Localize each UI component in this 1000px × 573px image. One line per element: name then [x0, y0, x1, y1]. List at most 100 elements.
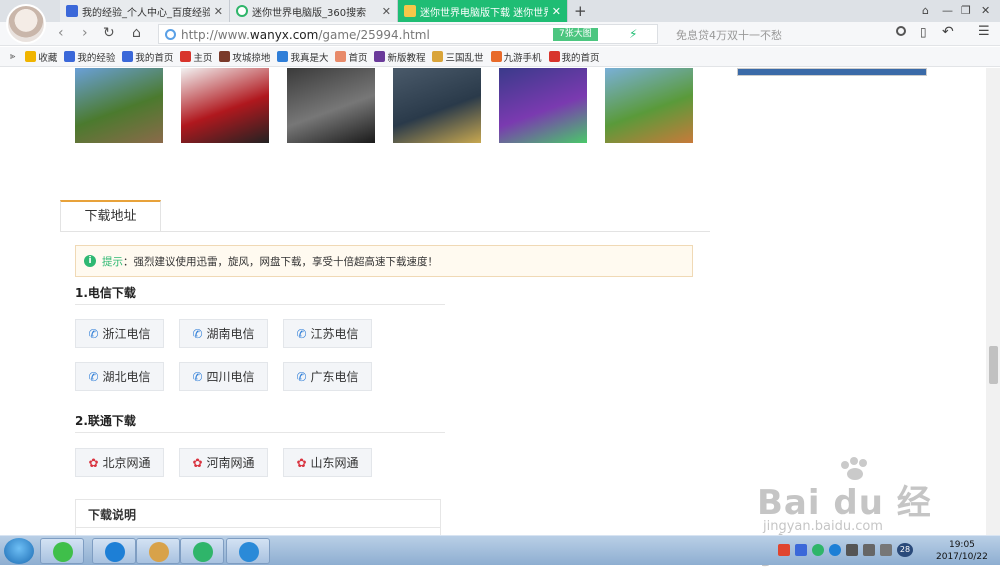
download-button[interactable]: ✆ 四川电信 [179, 362, 268, 391]
home-button[interactable]: ⌂ [132, 25, 141, 41]
close-window-button[interactable]: ✕ [981, 4, 990, 17]
taskbar-app[interactable] [226, 538, 270, 564]
close-icon[interactable]: ✕ [552, 5, 561, 18]
bookmark-item[interactable]: 我的首页 [122, 50, 173, 64]
search-input[interactable]: 免息贷4万双十一不愁 [676, 27, 782, 43]
user-avatar[interactable] [6, 4, 46, 44]
bookmark-item[interactable]: 三国乱世 [432, 50, 484, 64]
game-icon [432, 51, 444, 62]
refresh-button[interactable]: ↻ [103, 25, 115, 41]
taskbar-app[interactable] [92, 538, 136, 564]
download-note-title: 下载说明 [88, 508, 137, 522]
image-count-badge[interactable]: 7张大图 [553, 28, 598, 41]
volume-icon[interactable] [880, 544, 892, 556]
start-button[interactable] [4, 538, 34, 564]
clock-time: 19:05 [948, 540, 975, 550]
windows-taskbar: 28 19:05 2017/10/22 [0, 535, 1000, 565]
bookmark-label: 九游手机 [503, 52, 542, 64]
usb-icon[interactable] [846, 544, 858, 556]
download-button[interactable]: ✿ 北京网通 [75, 448, 164, 477]
bookmark-page-icon[interactable]: ▯ [920, 25, 927, 39]
search-box[interactable]: 免息贷4万双十一不愁 [666, 24, 910, 44]
tab-label: 迷你世界电脑版下载 迷你世界 [420, 7, 548, 19]
forward-button[interactable]: › [82, 25, 88, 41]
sidebar-toggle-icon[interactable]: ⫸ [10, 51, 15, 62]
bookmark-item[interactable]: 我的经验 [64, 50, 115, 64]
network-icon[interactable] [863, 544, 875, 556]
search-icon[interactable] [896, 26, 906, 36]
maximize-button[interactable]: ❐ [961, 4, 971, 17]
download-note-panel: 下载说明 [75, 499, 441, 535]
bookmark-label: 新版教程 [387, 52, 426, 64]
game-thumbnail-band[interactable] [287, 68, 375, 143]
telecom-section-title: 1.电信下载 [75, 286, 136, 300]
url-text[interactable]: http://www.wanyx.com/game/25994.html [181, 28, 430, 42]
baidu-icon [122, 51, 134, 62]
china-telecom-icon: ✆ [296, 369, 307, 384]
360-tray-icon[interactable] [812, 544, 824, 556]
bookmark-item[interactable]: 收藏 [25, 50, 57, 64]
bookmark-label: 三国乱世 [445, 52, 484, 64]
taskbar-app[interactable] [136, 538, 180, 564]
bookmark-item[interactable]: 我的首页 [548, 50, 600, 64]
security-shield-icon[interactable] [795, 544, 807, 556]
tab-strip: 我的经验_个人中心_百度经验 ✕ 迷你世界电脑版_360搜索 ✕ 迷你世界电脑版… [0, 0, 1000, 44]
tip-label: 提示 [102, 255, 123, 268]
download-button[interactable]: ✆ 广东电信 [283, 362, 372, 391]
close-icon[interactable]: ✕ [382, 5, 391, 18]
game-thumbnail-oxygen-not-included[interactable] [393, 68, 481, 143]
tab-360-search[interactable]: 迷你世界电脑版_360搜索 ✕ [230, 0, 398, 22]
info-icon: i [84, 255, 96, 267]
game-thumbnail-prototype[interactable] [181, 68, 269, 143]
vertical-scrollbar[interactable] [986, 68, 1000, 535]
download-button[interactable]: ✿ 山东网通 [283, 448, 372, 477]
download-button[interactable]: ✆ 江苏电信 [283, 319, 372, 348]
tab-label: 我的经验_个人中心_百度经验 [82, 7, 210, 19]
download-button-label: 河南网通 [206, 456, 255, 470]
lightning-icon[interactable]: ⚡ [629, 27, 637, 41]
game-thumbnail-minecraft[interactable] [75, 68, 163, 143]
bookmarks-bar: ⫸ 收藏 我的经验 我的首页 主页 攻城掠地 我真是大 首页 新版教程 三国乱世 九游手机 我的首页 [0, 47, 1000, 67]
china-unicom-icon: ✿ [296, 455, 307, 470]
scrollbar-thumb[interactable] [989, 346, 998, 384]
download-button[interactable]: ✆ 湖南电信 [179, 319, 268, 348]
sogou-ime-icon[interactable] [778, 544, 790, 556]
menu-button[interactable]: ☰ [978, 24, 990, 39]
download-button[interactable]: ✆ 湖北电信 [75, 362, 164, 391]
paint-icon [149, 542, 169, 562]
address-bar[interactable]: http://www.wanyx.com/game/25994.html 7张大… [158, 24, 658, 44]
skin-icon[interactable]: ⌂ [922, 4, 929, 17]
bookmark-item[interactable]: 我真是大 [277, 50, 328, 64]
navigation-bar: ‹ › ↻ ⌂ http://www.wanyx.com/game/25994.… [0, 22, 1000, 46]
close-icon[interactable]: ✕ [214, 5, 223, 18]
anime-icon [335, 51, 347, 62]
back-button[interactable]: ‹ [58, 25, 64, 41]
wanyx-icon [404, 5, 416, 17]
teamviewer-icon [239, 542, 259, 562]
bookmark-item[interactable]: 主页 [180, 50, 212, 64]
download-button-label: 湖南电信 [206, 327, 255, 341]
minimize-button[interactable]: — [942, 4, 953, 17]
bookmark-item[interactable]: 首页 [335, 50, 367, 64]
download-button[interactable]: ✆ 浙江电信 [75, 319, 164, 348]
tab-download-address[interactable]: 下载地址 [60, 200, 161, 232]
notification-badge[interactable]: 28 [897, 543, 913, 557]
tab-wanyx-active[interactable]: 迷你世界电脑版下载 迷你世界 ✕ [398, 0, 568, 22]
bookmark-item[interactable]: 攻城掠地 [219, 50, 270, 64]
tab-baidu-jingyan[interactable]: 我的经验_个人中心_百度经验 ✕ [60, 0, 230, 22]
bookmark-item[interactable]: 新版教程 [374, 50, 425, 64]
game-thumbnail-adventure[interactable] [605, 68, 693, 143]
game-thumbnail-minecraft-story[interactable] [499, 68, 587, 143]
kuaibo-tray-icon[interactable] [829, 544, 841, 556]
taskbar-app[interactable] [180, 538, 224, 564]
page-info-icon[interactable] [165, 29, 176, 40]
new-tab-button[interactable]: + [574, 2, 587, 20]
taskbar-app[interactable] [40, 538, 84, 564]
system-clock[interactable]: 19:05 2017/10/22 [936, 539, 988, 563]
download-button[interactable]: ✿ 河南网通 [179, 448, 268, 477]
bookmark-item[interactable]: 九游手机 [490, 50, 542, 64]
undo-close-button[interactable]: ↶ [942, 24, 954, 40]
sidebar-image[interactable] [737, 68, 927, 76]
url-prefix: http://www. [181, 28, 250, 42]
star-icon [25, 51, 37, 62]
